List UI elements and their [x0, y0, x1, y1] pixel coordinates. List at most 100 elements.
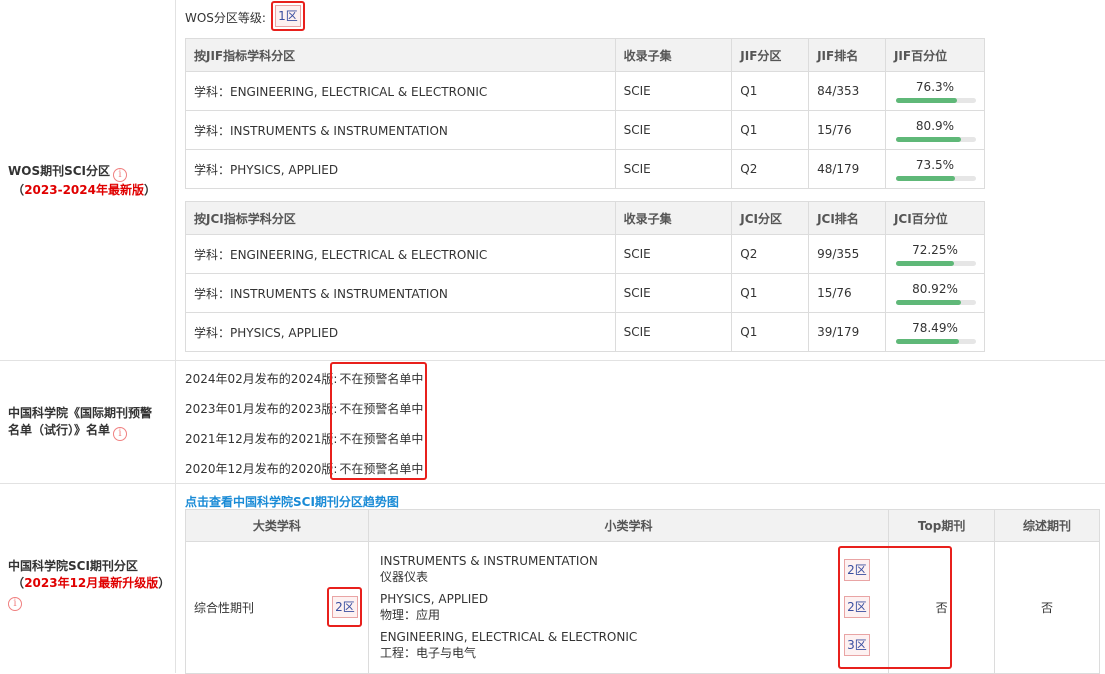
percentile-bar-fill — [895, 136, 961, 142]
zone-cell: Q2 — [731, 149, 810, 189]
percentile-bar — [895, 136, 976, 142]
sub-subject-entry: PHYSICS, APPLIED 物理：应用 — [380, 591, 488, 623]
table-row: 综合性期刊 否 否 — [185, 541, 1100, 674]
table-row: 学科：PHYSICS, APPLIED SCIE Q2 48/179 73.5% — [185, 149, 986, 189]
sub-subject-cn: 仪器仪表 — [380, 570, 429, 584]
warning-section-label: 中国科学院《国际期刊预警 名单（试行）》名单 i — [8, 406, 153, 441]
percentile-value: 78.49% — [912, 320, 958, 335]
zone-cell: Q1 — [731, 110, 810, 150]
table-header-row: 按JIF指标学科分区 收录子集 JIF分区 JIF排名 JIF百分位 — [185, 38, 986, 72]
collection-cell: SCIE — [614, 149, 733, 189]
subject-cell: 学科：PHYSICS, APPLIED — [185, 149, 616, 189]
col-header: 收录子集 — [614, 38, 733, 72]
percentile-cell: 80.9% — [884, 110, 986, 150]
col-header: JIF排名 — [808, 38, 886, 72]
cas-section-label: 中国科学院SCI期刊分区 （2023年12月最新升级版） i — [8, 559, 171, 611]
percentile-value: 80.92% — [912, 281, 958, 296]
cas-section-note: 2023年12月最新升级版 — [24, 576, 159, 590]
subject-cell: 学科：ENGINEERING, ELECTRICAL & ELECTRONIC — [185, 234, 616, 274]
percentile-value: 73.5% — [915, 157, 955, 172]
percentile-cell: 73.5% — [884, 149, 986, 189]
percentile-bar — [895, 338, 976, 344]
major-subject: 综合性期刊 — [194, 601, 255, 615]
collection-cell: SCIE — [614, 234, 733, 274]
subject-cell: 学科：ENGINEERING, ELECTRICAL & ELECTRONIC — [185, 71, 616, 111]
table-header-row: 按JCI指标学科分区 收录子集 JCI分区 JCI排名 JCI百分位 — [185, 201, 986, 235]
sub-subject-entry: ENGINEERING, ELECTRICAL & ELECTRONIC 工程：… — [380, 629, 637, 661]
col-header: JCI百分位 — [884, 201, 986, 235]
table-header-row: 大类学科 小类学科 Top期刊 综述期刊 — [185, 509, 1100, 542]
cas-table: 大类学科 小类学科 Top期刊 综述期刊 综合性期刊 否 否 — [185, 509, 1100, 674]
percentile-bar-fill — [895, 175, 955, 181]
percentile-bar — [895, 260, 976, 266]
rank-cell: 39/179 — [808, 312, 886, 352]
table-row: 学科：ENGINEERING, ELECTRICAL & ELECTRONIC … — [185, 71, 986, 111]
rank-cell: 84/353 — [808, 71, 886, 111]
label-column-divider — [175, 0, 176, 673]
percentile-cell: 76.3% — [884, 71, 986, 111]
percentile-value: 72.25% — [912, 242, 958, 257]
info-circle-icon[interactable]: i — [113, 427, 128, 441]
rank-cell: 48/179 — [808, 149, 886, 189]
cas-trend-link[interactable]: 点击查看中国科学院SCI期刊分区趋势图 — [185, 493, 399, 510]
percentile-cell: 72.25% — [884, 234, 986, 274]
rank-cell: 99/355 — [808, 234, 886, 274]
percentile-cell: 80.92% — [884, 273, 986, 313]
wos-section-note: 2023-2024年最新版 — [24, 183, 144, 197]
percentile-value: 76.3% — [915, 79, 955, 94]
table-row: 学科：ENGINEERING, ELECTRICAL & ELECTRONIC … — [185, 234, 986, 274]
subject-cell: 学科：INSTRUMENTS & INSTRUMENTATION — [185, 273, 616, 313]
col-header: JCI排名 — [808, 201, 886, 235]
section-divider — [0, 360, 1105, 361]
table-row: 学科：INSTRUMENTS & INSTRUMENTATION SCIE Q1… — [185, 110, 986, 150]
col-header: 综述期刊 — [994, 509, 1100, 542]
sub-subject-en: PHYSICS, APPLIED — [380, 592, 489, 606]
wos-section-label: WOS期刊SCI分区 i （2023-2024年最新版） — [8, 164, 156, 197]
percentile-bar-fill — [895, 299, 961, 305]
percentile-bar-fill — [895, 260, 954, 266]
review-journal-cell: 否 — [994, 541, 1100, 674]
section-divider — [0, 483, 1105, 484]
subject-cell: 学科：INSTRUMENTS & INSTRUMENTATION — [185, 110, 616, 150]
percentile-bar-fill — [895, 338, 959, 344]
sub-subject-entry: INSTRUMENTS & INSTRUMENTATION 仪器仪表 — [380, 553, 598, 585]
jci-table: 按JCI指标学科分区 收录子集 JCI分区 JCI排名 JCI百分位 学科：EN… — [185, 201, 986, 352]
percentile-bar — [895, 97, 976, 103]
collection-cell: SCIE — [614, 110, 733, 150]
sub-subject-en: INSTRUMENTS & INSTRUMENTATION — [380, 554, 598, 568]
highlight-box — [838, 546, 952, 669]
col-header: 按JIF指标学科分区 — [185, 38, 616, 72]
collection-cell: SCIE — [614, 71, 733, 111]
highlight-box — [330, 362, 427, 480]
percentile-bar — [895, 175, 976, 181]
table-row: 学科：INSTRUMENTS & INSTRUMENTATION SCIE Q1… — [185, 273, 986, 313]
col-header: Top期刊 — [888, 509, 996, 542]
col-header: JIF分区 — [731, 38, 810, 72]
rank-cell: 15/76 — [808, 110, 886, 150]
rank-cell: 15/76 — [808, 273, 886, 313]
percentile-cell: 78.49% — [884, 312, 986, 352]
highlight-box — [327, 587, 362, 627]
zone-cell: Q1 — [731, 273, 810, 313]
jif-table: 按JIF指标学科分区 收录子集 JIF分区 JIF排名 JIF百分位 学科：EN… — [185, 38, 986, 189]
col-header: 大类学科 — [185, 509, 369, 542]
collection-cell: SCIE — [614, 312, 733, 352]
col-header: JIF百分位 — [884, 38, 986, 72]
table-row: 学科：PHYSICS, APPLIED SCIE Q1 39/179 78.49… — [185, 312, 986, 352]
highlight-box — [271, 1, 305, 31]
subject-cell: 学科：PHYSICS, APPLIED — [185, 312, 616, 352]
col-header: JCI分区 — [731, 201, 810, 235]
zone-cell: Q1 — [731, 312, 810, 352]
col-header: 收录子集 — [614, 201, 733, 235]
info-circle-icon[interactable]: i — [113, 168, 127, 182]
collection-cell: SCIE — [614, 273, 733, 313]
col-header: 小类学科 — [367, 509, 890, 542]
info-circle-icon[interactable]: i — [8, 597, 22, 611]
wos-grade-label: WOS分区等级: — [185, 11, 266, 25]
col-header: 按JCI指标学科分区 — [185, 201, 616, 235]
sub-subject-cn: 工程：电子与电气 — [380, 646, 477, 660]
zone-cell: Q2 — [731, 234, 810, 274]
percentile-bar-fill — [895, 97, 957, 103]
percentile-bar — [895, 299, 976, 305]
zone-cell: Q1 — [731, 71, 810, 111]
